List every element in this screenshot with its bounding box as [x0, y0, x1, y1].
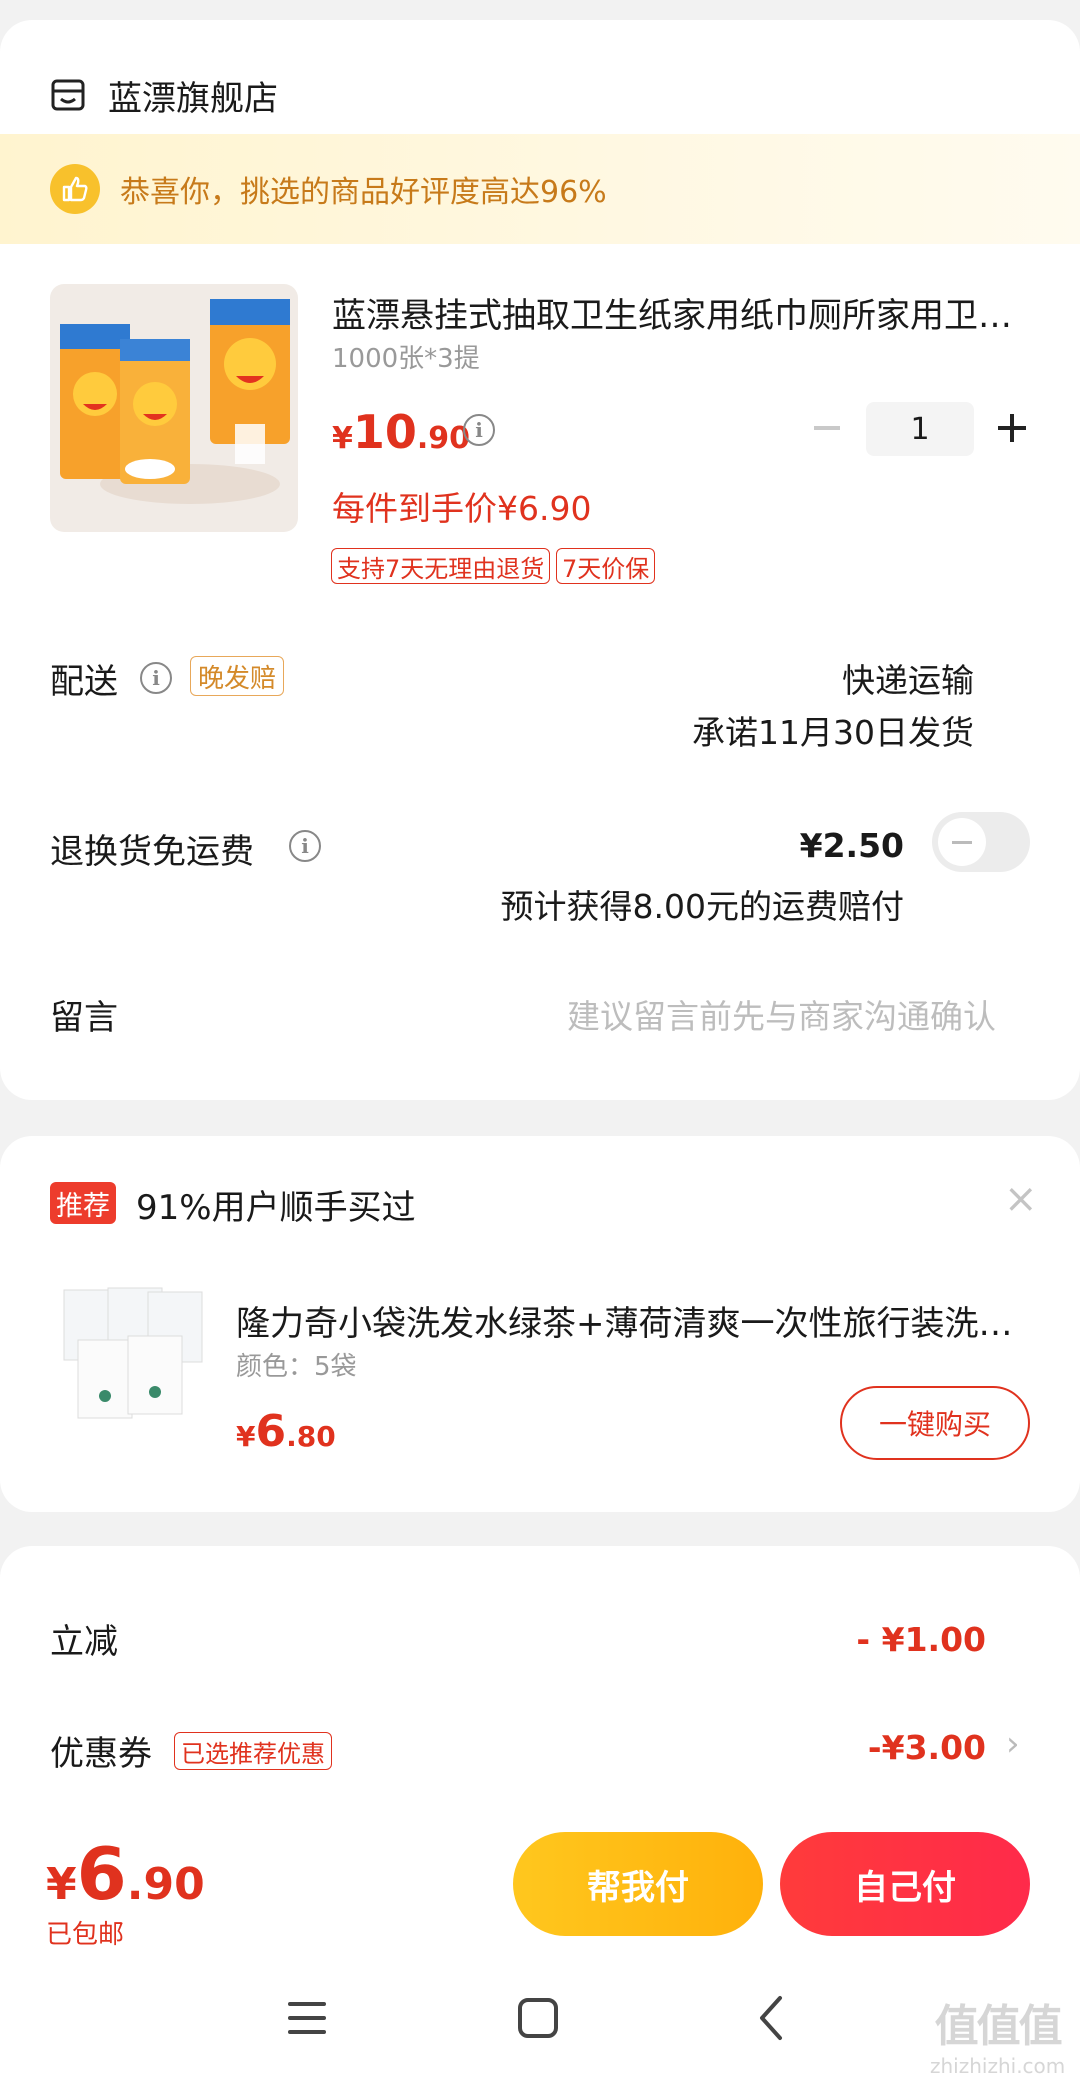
price-decimal: .90 — [416, 421, 471, 456]
delivery-promise: 承诺11月30日发货 — [692, 713, 974, 752]
toggle-knob — [938, 818, 986, 866]
pay-myself-button[interactable]: 自己付 — [780, 1832, 1030, 1936]
one-click-buy-button[interactable]: 一键购买 — [840, 1386, 1030, 1460]
chevron-right-icon[interactable]: › — [1006, 1724, 1020, 1764]
return-shipping-info-icon[interactable]: i — [289, 830, 321, 862]
decrease-quantity-button[interactable] — [814, 426, 840, 430]
recent-apps-icon[interactable] — [286, 1998, 328, 2038]
instant-discount-label: 立减 — [50, 1622, 118, 1662]
store-icon — [51, 79, 85, 111]
return-policy-tag: 支持7天无理由退货 — [331, 548, 551, 584]
each-price: 每件到手价¥6.90 — [332, 489, 592, 528]
message-label: 留言 — [50, 998, 118, 1038]
shipping-note: 已包邮 — [46, 1920, 125, 1950]
price-integer: 10 — [352, 405, 417, 459]
product-spec: 1000张*3提 — [332, 344, 480, 374]
watermark-url: zhizhizhi.com — [930, 2054, 1066, 2078]
rating-banner: 恭喜你，挑选的商品好评度高达96% — [0, 134, 1080, 244]
help-me-pay-button[interactable]: 帮我付 — [513, 1832, 763, 1936]
message-input[interactable]: 建议留言前先与商家沟通确认 — [567, 990, 996, 1038]
return-shipping-label: 退换货免运费 — [50, 832, 254, 872]
recommend-card: 推荐 91%用户顺手买过 × 隆力奇小袋洗发水绿茶+薄荷清爽一次性旅行装洗发水 … — [0, 1136, 1080, 1512]
watermark: 值值值 zhizhizhi.com — [930, 1990, 1065, 2078]
return-shipping-note: 预计获得8.00元的运费赔付 — [500, 887, 904, 926]
product-price: ¥ 10 .90 — [332, 405, 470, 459]
recommend-title: 91%用户顺手买过 — [136, 1188, 416, 1228]
delivery-info-icon[interactable]: i — [140, 662, 172, 694]
checkout-bar: ¥ 6 .90 已包邮 帮我付 自己付 — [0, 1814, 1080, 1964]
quantity-input[interactable]: 1 — [866, 402, 974, 456]
price-symbol: ¥ — [46, 1859, 77, 1910]
thumbs-up-icon — [50, 164, 100, 214]
delivery-label: 配送 — [50, 662, 118, 702]
recommend-item-spec: 颜色：5袋 — [236, 1352, 357, 1382]
recommend-item-image[interactable] — [58, 1284, 204, 1424]
order-card: 蓝漂旗舰店 恭喜你，挑选的商品好评度高达96% 蓝漂悬挂式抽取卫生纸家用纸巾厕所… — [0, 20, 1080, 1100]
recommend-item-price: ¥ 6 .80 — [236, 1406, 336, 1457]
price-info-icon[interactable]: i — [463, 414, 495, 446]
product-image[interactable] — [50, 284, 298, 532]
price-integer: 6 — [255, 1406, 287, 1457]
coupon-label[interactable]: 优惠券 — [50, 1726, 152, 1775]
delivery-method[interactable]: 快递运输 — [842, 654, 974, 702]
watermark-logo: 值值值 — [934, 2001, 1063, 2052]
price-symbol: ¥ — [236, 1420, 256, 1453]
price-symbol: ¥ — [332, 421, 353, 456]
store-header[interactable]: 蓝漂旗舰店 — [50, 50, 278, 140]
return-shipping-price: ¥2.50 — [799, 826, 904, 865]
price-integer: 6 — [76, 1832, 127, 1916]
close-icon[interactable]: × — [1004, 1176, 1038, 1222]
late-compensation-badge: 晚发赔 — [190, 656, 285, 696]
total-price: ¥ 6 .90 — [46, 1832, 205, 1916]
home-icon[interactable] — [516, 1996, 560, 2040]
coupon-selected-tag: 已选推荐优惠 — [174, 1732, 332, 1770]
price-protect-tag: 7天价保 — [556, 548, 656, 584]
store-name: 蓝漂旗舰店 — [108, 78, 278, 119]
recommend-item-name[interactable]: 隆力奇小袋洗发水绿茶+薄荷清爽一次性旅行装洗发水 — [236, 1296, 1026, 1345]
coupon-value[interactable]: -¥3.00 — [868, 1728, 986, 1767]
return-shipping-toggle[interactable] — [932, 812, 1030, 872]
instant-discount-value: - ¥1.00 — [856, 1620, 986, 1659]
recommend-badge: 推荐 — [50, 1182, 116, 1224]
back-icon[interactable] — [756, 1994, 786, 2042]
rating-banner-text: 恭喜你，挑选的商品好评度高达96% — [120, 175, 607, 210]
price-decimal: .90 — [126, 1859, 205, 1910]
system-nav-bar — [0, 1964, 1080, 2084]
product-title[interactable]: 蓝漂悬挂式抽取卫生纸家用纸巾厕所家用卫生纸 — [332, 288, 1022, 337]
price-decimal: .80 — [286, 1420, 336, 1453]
